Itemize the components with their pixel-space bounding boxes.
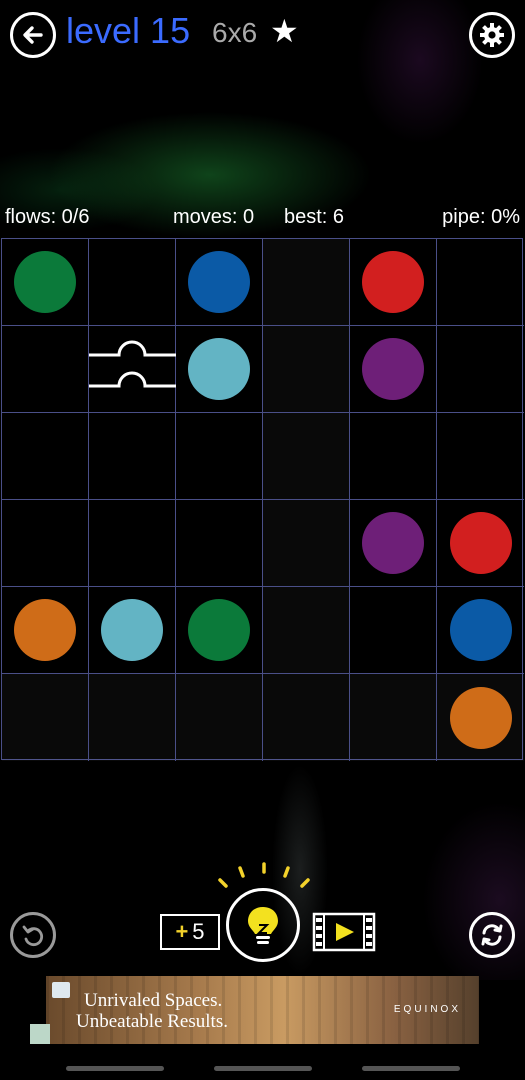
back-arrow-icon <box>23 26 43 44</box>
undo-button[interactable] <box>10 912 56 958</box>
board-cell[interactable] <box>176 326 263 413</box>
board-cell[interactable] <box>263 500 350 587</box>
hint-count: 5 <box>192 919 205 944</box>
board-cell[interactable] <box>263 413 350 500</box>
board-cell[interactable] <box>89 674 176 761</box>
board-cell[interactable] <box>437 500 524 587</box>
ad-brand-logo: EQUINOX <box>393 1004 461 1015</box>
video-hint-button[interactable] <box>312 912 376 952</box>
flows-counter: flows: 0/6 <box>5 206 90 228</box>
blue-dot[interactable] <box>188 251 250 313</box>
moves-counter: moves: 0 <box>173 206 255 228</box>
blue-dot[interactable] <box>449 599 512 661</box>
board-cell[interactable] <box>2 239 89 326</box>
header: level 15 6x6 ★ <box>0 0 525 66</box>
board-cell[interactable] <box>89 587 176 674</box>
board-cell[interactable] <box>350 500 437 587</box>
purple-dot[interactable] <box>362 512 424 574</box>
cyan-dot[interactable] <box>188 338 250 400</box>
hint-plus-sign: + <box>175 919 189 944</box>
orange-dot[interactable] <box>14 599 76 661</box>
board-cell[interactable] <box>263 239 350 326</box>
purple-dot[interactable] <box>362 338 424 400</box>
board-cell[interactable] <box>350 674 437 761</box>
board-cell[interactable] <box>350 239 437 326</box>
stats-bar: flows: 0/6 moves: 0 best: 6 pipe: 0% <box>0 206 525 232</box>
game-board[interactable] <box>1 238 524 761</box>
board-cell[interactable] <box>263 326 350 413</box>
board-cell[interactable] <box>2 326 89 413</box>
board-cell[interactable] <box>350 413 437 500</box>
video-play-icon <box>336 923 354 941</box>
ad-headline-2: Unbeatable Results. <box>76 1011 228 1032</box>
green-dot[interactable] <box>188 599 250 661</box>
ad-info-icon[interactable] <box>30 1024 50 1044</box>
restart-icon <box>481 924 503 946</box>
board-cell[interactable] <box>176 500 263 587</box>
star-icon: ★ <box>270 13 299 49</box>
board-cell[interactable] <box>89 413 176 500</box>
board-cell[interactable] <box>176 413 263 500</box>
board-cell[interactable] <box>350 326 437 413</box>
back-button[interactable] <box>10 12 56 58</box>
board-cell[interactable] <box>437 587 524 674</box>
orange-dot[interactable] <box>449 686 512 749</box>
board-cell[interactable] <box>263 587 350 674</box>
ad-banner[interactable]: Unrivaled Spaces. Unbeatable Results. EQ… <box>46 976 479 1044</box>
red-dot[interactable] <box>362 251 424 313</box>
green-dot[interactable] <box>14 251 76 313</box>
board-cell[interactable] <box>89 239 176 326</box>
board-size-label: 6x6 <box>212 17 258 48</box>
best-score: best: 6 <box>284 206 345 228</box>
board-cell[interactable] <box>437 326 524 413</box>
board-cell[interactable] <box>2 674 89 761</box>
board-cell[interactable] <box>350 587 437 674</box>
bottom-controls: + 5 <box>0 860 525 970</box>
hint-count-badge[interactable]: + 5 <box>160 914 220 950</box>
board-cell[interactable] <box>176 674 263 761</box>
nav-bar-center <box>214 1066 312 1071</box>
board-cell[interactable] <box>263 674 350 761</box>
pipe-percentage: pipe: 0% <box>442 206 520 228</box>
board-cell[interactable] <box>437 413 524 500</box>
settings-button[interactable] <box>469 12 515 58</box>
board-cell[interactable] <box>437 674 524 761</box>
board-cell[interactable] <box>2 587 89 674</box>
gear-icon <box>480 23 504 47</box>
nav-bar-left <box>66 1066 164 1071</box>
board-cell[interactable] <box>89 326 176 413</box>
board-cell[interactable] <box>176 239 263 326</box>
undo-icon <box>22 925 44 947</box>
red-dot[interactable] <box>449 512 512 574</box>
nav-bar-right <box>362 1066 460 1071</box>
bridge-icon <box>89 340 176 388</box>
ad-choices-icon[interactable] <box>52 982 70 998</box>
board-cell[interactable] <box>2 413 89 500</box>
restart-button[interactable] <box>469 912 515 958</box>
cyan-dot[interactable] <box>101 599 163 661</box>
ad-headline-1: Unrivaled Spaces. <box>84 990 223 1011</box>
lightbulb-icon <box>248 907 278 944</box>
board-cell[interactable] <box>89 500 176 587</box>
level-title: level 15 <box>66 10 191 51</box>
board-cell[interactable] <box>2 500 89 587</box>
board-cell[interactable] <box>437 239 524 326</box>
hint-button[interactable] <box>226 888 300 962</box>
board-cell[interactable] <box>176 587 263 674</box>
